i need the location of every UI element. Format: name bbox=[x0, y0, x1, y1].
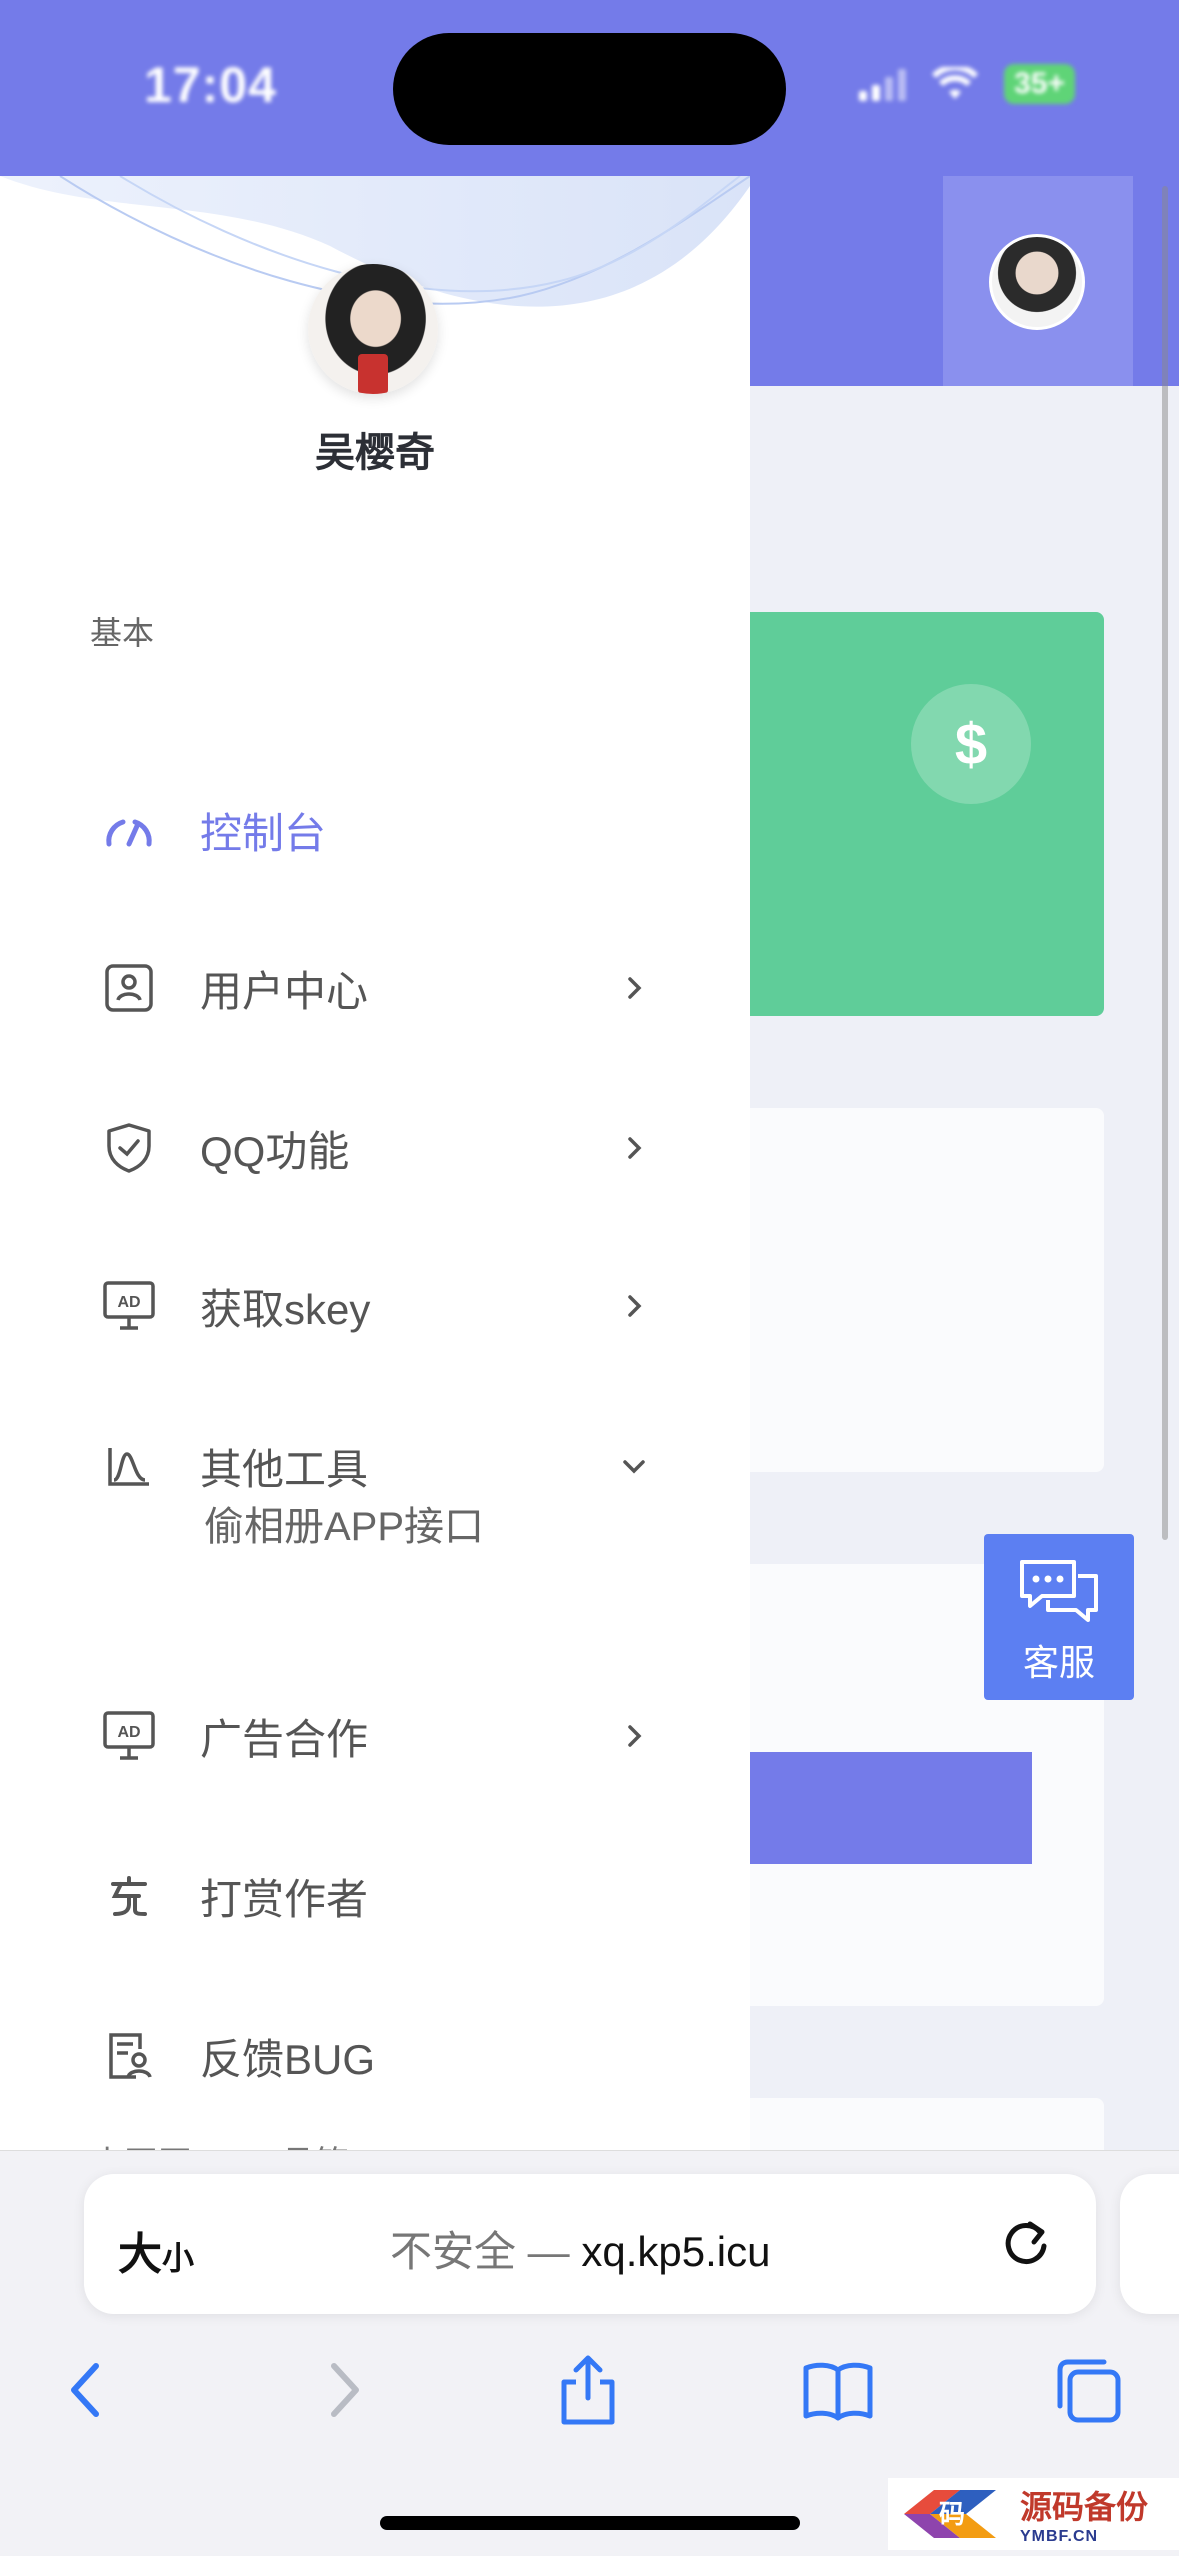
username: 吴樱奇 bbox=[315, 431, 435, 475]
customer-service-button[interactable]: 客服 bbox=[984, 1534, 1134, 1700]
menu-item-label: 广告合作 bbox=[200, 1715, 369, 1763]
ad-screen-icon: AD bbox=[100, 1707, 158, 1765]
info-card bbox=[700, 1108, 1104, 1472]
bookmarks-icon[interactable] bbox=[800, 2352, 876, 2428]
ad-screen-icon: AD bbox=[100, 1277, 158, 1335]
watermark-logo-char: 码 bbox=[939, 2500, 965, 2530]
svg-text:AD: AD bbox=[117, 1294, 140, 1311]
text-size-small: 小 bbox=[162, 2240, 195, 2276]
address-security-prefix: 不安全 — bbox=[390, 2228, 582, 2275]
chevron-right-icon bbox=[628, 1725, 642, 1747]
text-size-big: 大 bbox=[118, 2230, 162, 2279]
speedometer-icon bbox=[100, 801, 158, 859]
page-scrollbar[interactable] bbox=[1162, 186, 1168, 1540]
menu-item-ad-cooperation[interactable]: AD 广告合作 bbox=[0, 1676, 750, 1796]
address-text[interactable]: 不安全 — xq.kp5.icu bbox=[390, 2218, 770, 2279]
menu-item-label: 打赏作者 bbox=[200, 1875, 369, 1923]
status-time: 17:04 bbox=[144, 57, 277, 113]
status-bar: 17:04 35+ bbox=[0, 0, 1179, 176]
chat-bubble-icon bbox=[1020, 1560, 1098, 1622]
menu-item-console[interactable]: 控制台 bbox=[0, 770, 750, 890]
status-indicators: 35+ bbox=[859, 64, 1075, 104]
reload-icon[interactable] bbox=[996, 2212, 1056, 2272]
menu-item-get-skey[interactable]: AD 获取skey bbox=[0, 1246, 750, 1366]
address-host: xq.kp5.icu bbox=[581, 2228, 771, 2275]
drawer-footer-text: 小画画API工具箱V2.0 bbox=[90, 2136, 419, 2150]
menu-item-label: 用户中心 bbox=[200, 967, 369, 1015]
watermark-logo-icon: 码 bbox=[904, 2490, 996, 2538]
chevron-right-icon bbox=[628, 977, 642, 999]
dollar-icon: $ bbox=[911, 684, 1031, 804]
watermark-url: YMBF.CN bbox=[1020, 2528, 1099, 2545]
svg-text:AD: AD bbox=[117, 1724, 140, 1741]
charge-icon bbox=[100, 1867, 158, 1925]
menu-item-user-center[interactable]: 用户中心 bbox=[0, 928, 750, 1048]
side-drawer: 吴樱奇 基本 控制台 用户中心 QQ功能 AD 获取skey 其他工具 偷相册A… bbox=[0, 176, 750, 2150]
menu-item-qq-functions[interactable]: QQ功能 bbox=[0, 1088, 750, 1208]
tabs-icon[interactable] bbox=[1050, 2352, 1126, 2428]
menu-item-label: 反馈BUG bbox=[200, 2035, 376, 2083]
header-avatar[interactable] bbox=[989, 234, 1085, 330]
menu-item-tip-author[interactable]: 打赏作者 bbox=[0, 1836, 750, 1956]
text-size-button[interactable]: 大小 bbox=[118, 2218, 194, 2282]
menu-item-label: 其他工具 bbox=[200, 1445, 369, 1493]
customer-service-label: 客服 bbox=[1022, 1642, 1095, 1683]
balance-card bbox=[700, 612, 1104, 1016]
home-indicator bbox=[380, 2516, 800, 2530]
cellular-signal-icon bbox=[859, 67, 907, 101]
chevron-right-icon bbox=[628, 1295, 642, 1317]
dynamic-island bbox=[393, 33, 786, 145]
menu-item-feedback-bug[interactable]: 反馈BUG bbox=[0, 1996, 750, 2116]
user-card-icon bbox=[100, 959, 158, 1017]
user-avatar[interactable] bbox=[308, 264, 438, 394]
feedback-doc-icon bbox=[100, 2027, 158, 2085]
forward-icon[interactable] bbox=[304, 2352, 380, 2428]
watermark-cn: 源码备份 bbox=[1020, 2489, 1149, 2525]
back-icon[interactable] bbox=[50, 2352, 126, 2428]
chart-curve-icon bbox=[100, 1437, 158, 1495]
next-tab-preview[interactable] bbox=[1120, 2174, 1179, 2314]
section-label: 基本 bbox=[90, 615, 155, 651]
battery-indicator: 35+ bbox=[1004, 64, 1075, 104]
wifi-icon bbox=[932, 67, 979, 99]
shield-check-icon bbox=[100, 1119, 158, 1177]
menu-item-label: QQ功能 bbox=[200, 1127, 350, 1175]
chevron-down-icon bbox=[623, 1460, 645, 1474]
watermark: 码 源码备份 YMBF.CN bbox=[888, 2478, 1179, 2550]
watermark-text: 源码备份 YMBF.CN bbox=[1020, 2482, 1148, 2546]
menu-item-label: 获取skey bbox=[200, 1285, 371, 1333]
share-icon[interactable] bbox=[550, 2352, 626, 2428]
menu-item-label: 控制台 bbox=[200, 809, 327, 857]
submenu-item-album-api[interactable]: 偷相册APP接口 bbox=[204, 1494, 484, 1552]
chevron-right-icon bbox=[628, 1137, 642, 1159]
